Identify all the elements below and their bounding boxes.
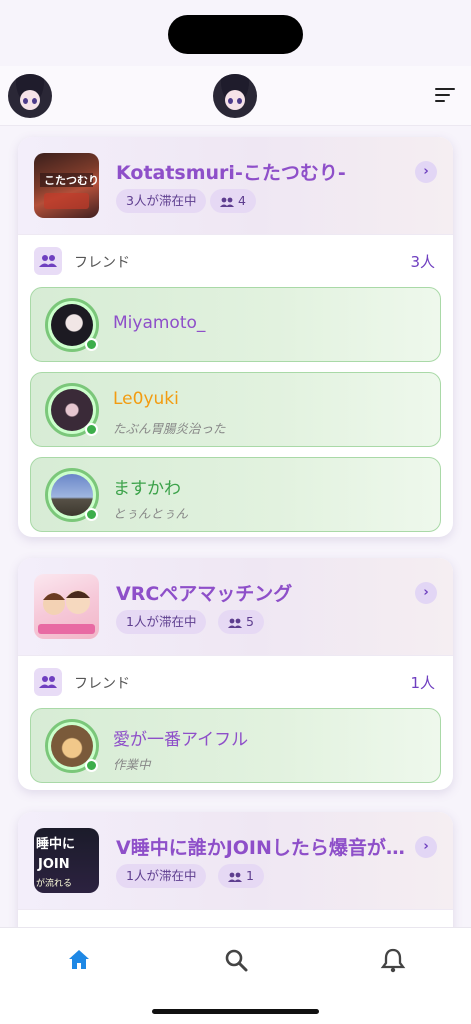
instance-card: VRCペアマッチング › 1人が滞在中 5 フレンド 1人 愛が一番アイフル 作… (18, 558, 453, 790)
home-icon[interactable] (65, 946, 93, 974)
friends-label: フレンド (74, 255, 130, 271)
instance-header[interactable]: こたつむり Kotatsmuri-こたつむり- › 3人が滞在中 4 (18, 137, 453, 235)
friend-status: とぅんとぅん (113, 506, 189, 521)
friends-count: 1人 (410, 674, 435, 692)
staying-badge: 3人が滞在中 (116, 189, 207, 213)
friend-item[interactable]: ますかわ とぅんとぅん (30, 457, 441, 532)
friends-count: 3人 (410, 253, 435, 271)
online-indicator (85, 508, 98, 521)
people-icon (228, 872, 242, 882)
friend-name: Miyamoto_ (113, 313, 206, 333)
user-count-badge: 5 (218, 610, 264, 634)
friend-item[interactable]: 愛が一番アイフル 作業中 (30, 708, 441, 783)
friends-icon (34, 247, 62, 275)
friend-name: Le0yuki (113, 389, 179, 409)
user-count-badge: 1 (218, 864, 264, 888)
friends-section-header: フレンド 3人 (18, 235, 453, 287)
instance-header[interactable]: 睡中に JOIN が流れる V睡中に誰かJOINしたら爆音が… › 1人が滞在中… (18, 812, 453, 910)
world-thumbnail (34, 574, 99, 639)
staying-badge: 1人が滞在中 (116, 610, 207, 634)
world-name: Kotatsmuri-こたつむり- (116, 162, 346, 184)
friends-label: フレンド (74, 676, 130, 692)
friend-name: ますかわ (113, 479, 181, 499)
world-thumbnail: 睡中に JOIN が流れる (34, 828, 99, 893)
people-icon (228, 618, 242, 628)
svg-text:が流れる: が流れる (36, 877, 72, 889)
user-count-badge: 4 (210, 189, 256, 213)
friend-status: たぶん胃腸炎治った (113, 421, 226, 436)
friend-status: 作業中 (113, 757, 151, 772)
instance-card: 睡中に JOIN が流れる V睡中に誰かJOINしたら爆音が… › 1人が滞在中… (18, 812, 453, 927)
online-indicator (85, 338, 98, 351)
svg-text:JOIN: JOIN (37, 857, 70, 872)
online-indicator (85, 423, 98, 436)
instance-card: こたつむり Kotatsmuri-こたつむり- › 3人が滞在中 4 フレンド … (18, 137, 453, 537)
world-name: VRCペアマッチング (116, 583, 293, 605)
chevron-right-icon[interactable]: › (415, 161, 437, 183)
chevron-right-icon[interactable]: › (415, 836, 437, 858)
user-count: 4 (238, 193, 246, 208)
friend-name: 愛が一番アイフル (113, 730, 249, 750)
svg-text:睡中に: 睡中に (36, 836, 75, 852)
staying-badge: 1人が滞在中 (116, 864, 207, 888)
bell-icon[interactable] (379, 946, 407, 974)
user-count: 5 (246, 614, 254, 629)
friends-icon (34, 668, 62, 696)
friend-item[interactable]: Miyamoto_ (30, 287, 441, 362)
online-indicator (85, 759, 98, 772)
people-icon (220, 197, 234, 207)
sort-menu-icon[interactable] (435, 88, 455, 104)
user-count: 1 (246, 868, 254, 883)
top-bar (0, 66, 471, 126)
center-avatar[interactable] (213, 74, 257, 118)
instance-header[interactable]: VRCペアマッチング › 1人が滞在中 5 (18, 558, 453, 656)
dynamic-island (168, 15, 303, 54)
home-indicator (152, 1009, 319, 1014)
instance-list[interactable]: こたつむり Kotatsmuri-こたつむり- › 3人が滞在中 4 フレンド … (0, 127, 471, 927)
world-name: V睡中に誰かJOINしたら爆音が… (116, 837, 405, 859)
search-icon[interactable] (222, 946, 250, 974)
left-avatar[interactable] (8, 74, 52, 118)
friend-item[interactable]: Le0yuki たぶん胃腸炎治った (30, 372, 441, 447)
chevron-right-icon[interactable]: › (415, 582, 437, 604)
world-thumbnail: こたつむり (34, 153, 99, 218)
svg-text:こたつむり: こたつむり (44, 174, 99, 187)
friends-section-header: フレンド 1人 (18, 656, 453, 708)
